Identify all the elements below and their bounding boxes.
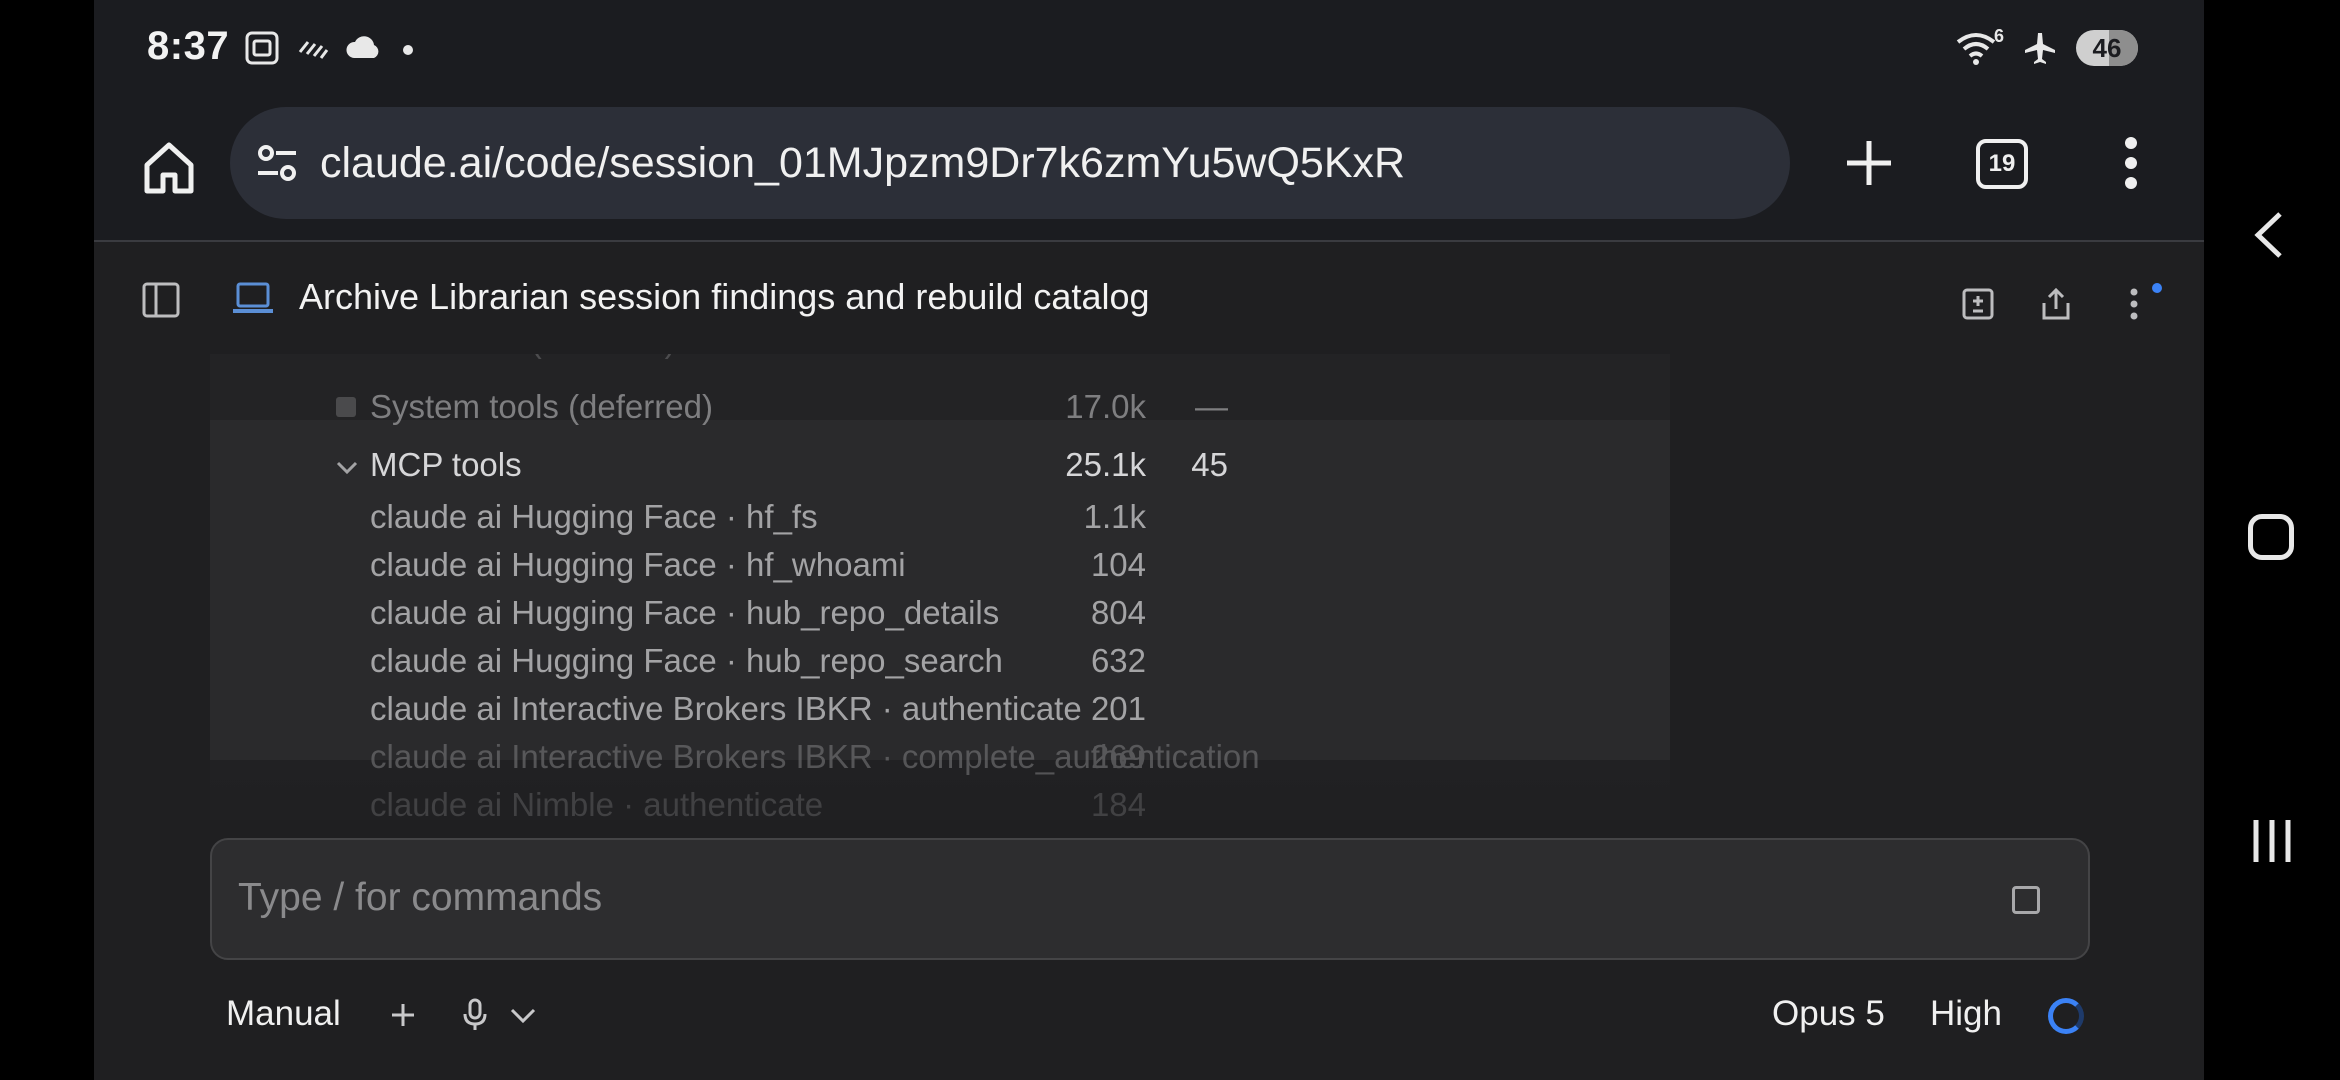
row-name: claude ai Hugging Face · hf_fs — [370, 498, 818, 535]
site-info-button[interactable] — [252, 138, 302, 188]
android-nav-bar — [2204, 0, 2340, 1080]
session-header: Archive Librarian session findings and r… — [94, 244, 2204, 354]
row-tokens: 104 — [1090, 546, 1146, 583]
row-tokens: 1.1k — [1083, 498, 1146, 535]
table-row: claude ai Hugging Face · hf_whoami 104 — [210, 542, 1670, 588]
row-count: 45 — [1191, 446, 1228, 483]
row-name: claude ai Nimble · authenticate — [370, 786, 824, 823]
row-tokens: 269 — [1090, 738, 1146, 775]
row-name: claude ai Hugging Face · hub_repo_search — [370, 642, 1003, 679]
session-title: Archive Librarian session findings and r… — [299, 276, 1150, 317]
notification-dot — [2152, 283, 2162, 293]
row-name: claude ai Interactive Brokers IBKR · aut… — [370, 690, 1082, 727]
share-button[interactable] — [2038, 286, 2074, 322]
cloud-icon — [346, 36, 379, 58]
effort-selector[interactable]: High — [1930, 994, 2002, 1034]
share-icon — [2042, 287, 2070, 320]
row-tokens: 804 — [1090, 594, 1146, 631]
table-row: claude ai Hugging Face · hub_repo_search… — [210, 638, 1670, 684]
row-tokens: 632 — [1090, 642, 1146, 679]
sidebar-toggle-icon[interactable] — [142, 282, 180, 318]
tabs-icon[interactable]: 19 — [1976, 139, 2028, 189]
chevron-down-icon[interactable] — [508, 1002, 538, 1028]
table-row: claude ai Interactive Brokers IBKR · com… — [210, 734, 1670, 780]
dot-icon — [403, 45, 413, 55]
new-tab-button[interactable] — [1834, 128, 1904, 198]
command-input[interactable] — [238, 876, 1938, 920]
row-tokens: 184 — [1090, 786, 1146, 823]
status-time: 8:37 — [147, 24, 230, 68]
chevron-down-icon[interactable] — [334, 454, 360, 480]
row-name: MCP tools — [370, 446, 522, 483]
session-menu-button[interactable] — [2116, 286, 2152, 322]
model-selector[interactable]: Opus 5 — [1772, 994, 1885, 1034]
row-name: System tools (deferred) — [370, 388, 713, 425]
screenshot-icon — [245, 31, 279, 65]
url-text[interactable]: claude.ai/code/session_01MJpzm9Dr7k6zmYu… — [320, 139, 1405, 188]
more-vertical-icon — [2125, 137, 2137, 189]
table-row: claude ai Interactive Brokers IBKR · aut… — [210, 686, 1670, 732]
composer-controls: Manual Opus 5 High — [94, 980, 2204, 1050]
add-attachment-button[interactable] — [386, 998, 420, 1032]
diff-icon — [1962, 288, 1994, 320]
plus-icon — [392, 1004, 414, 1026]
browser-menu-button[interactable] — [2106, 128, 2156, 198]
row-name: claude ai Hugging Face · hf_whoami — [370, 546, 906, 583]
more-vertical-icon — [2130, 288, 2138, 320]
table-row: claude ai Hugging Face · hf_fs 1.1k — [210, 494, 1670, 540]
row-name: claude ai Hugging Face · hub_repo_detail… — [370, 594, 1000, 631]
nav-home-icon[interactable] — [2248, 514, 2294, 560]
microphone-icon[interactable] — [460, 998, 490, 1032]
status-icons-left — [244, 30, 418, 66]
table-row: claude ai Nimble · authenticate 184 — [210, 782, 1670, 828]
status-icons-right: 6 46 — [1954, 26, 2138, 66]
sync-icon — [298, 41, 329, 59]
device-screen: 8:37 6 46 claude.ai/code/session_01MJpzm… — [94, 0, 2204, 1080]
composer[interactable] — [210, 838, 2090, 960]
status-bar: 8:37 6 46 — [94, 0, 2204, 100]
table-row: System tools (deferred) 17.0k — — [210, 384, 1670, 430]
row-count: — — [1195, 388, 1228, 425]
battery-icon: 46 — [2076, 30, 2138, 66]
battery-level: 46 — [2092, 32, 2122, 63]
row-tokens: 17.0k — [1065, 388, 1146, 425]
address-bar[interactable]: claude.ai/code/session_01MJpzm9Dr7k6zmYu… — [230, 107, 1790, 219]
stop-icon[interactable] — [2012, 886, 2040, 914]
back-icon[interactable] — [2250, 210, 2290, 260]
recents-icon[interactable] — [2248, 816, 2296, 866]
row-tokens: 25.1k — [1065, 446, 1146, 483]
diff-button[interactable] — [1960, 286, 1996, 322]
home-icon — [144, 142, 194, 194]
mode-selector[interactable]: Manual — [226, 994, 341, 1034]
wifi-badge: 6 — [1993, 26, 2004, 46]
plus-icon — [1847, 141, 1891, 185]
airplane-icon — [2025, 33, 2055, 64]
laptop-icon — [233, 282, 273, 313]
table-row: claude ai Hugging Face · hub_repo_detail… — [210, 590, 1670, 636]
spinner-icon — [2048, 998, 2084, 1034]
browser-home-button[interactable] — [134, 132, 204, 202]
category-swatch — [336, 397, 356, 417]
row-tokens: 201 — [1090, 690, 1146, 727]
wifi-icon: 6 — [1954, 26, 2004, 66]
table-row[interactable]: MCP tools 25.1k 45 — [210, 442, 1670, 488]
tune-icon — [258, 145, 296, 181]
browser-toolbar: claude.ai/code/session_01MJpzm9Dr7k6zmYu… — [94, 100, 2204, 242]
